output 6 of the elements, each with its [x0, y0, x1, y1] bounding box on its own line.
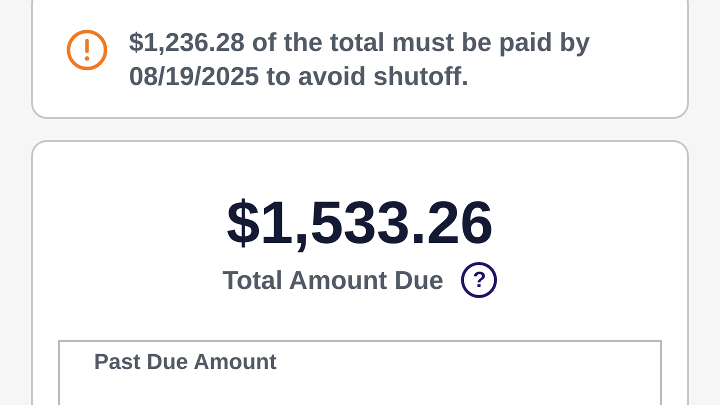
- help-button[interactable]: ?: [461, 262, 498, 298]
- total-amount-label: Total Amount Due: [222, 264, 444, 297]
- past-due-label: Past Due Amount: [94, 349, 277, 374]
- warning-icon: [66, 29, 108, 71]
- shutoff-warning: $1,236.28 of the total must be paid by 08/19/2025 to avoid shutoff.: [129, 26, 591, 93]
- total-amount: $1,533.26: [226, 188, 494, 258]
